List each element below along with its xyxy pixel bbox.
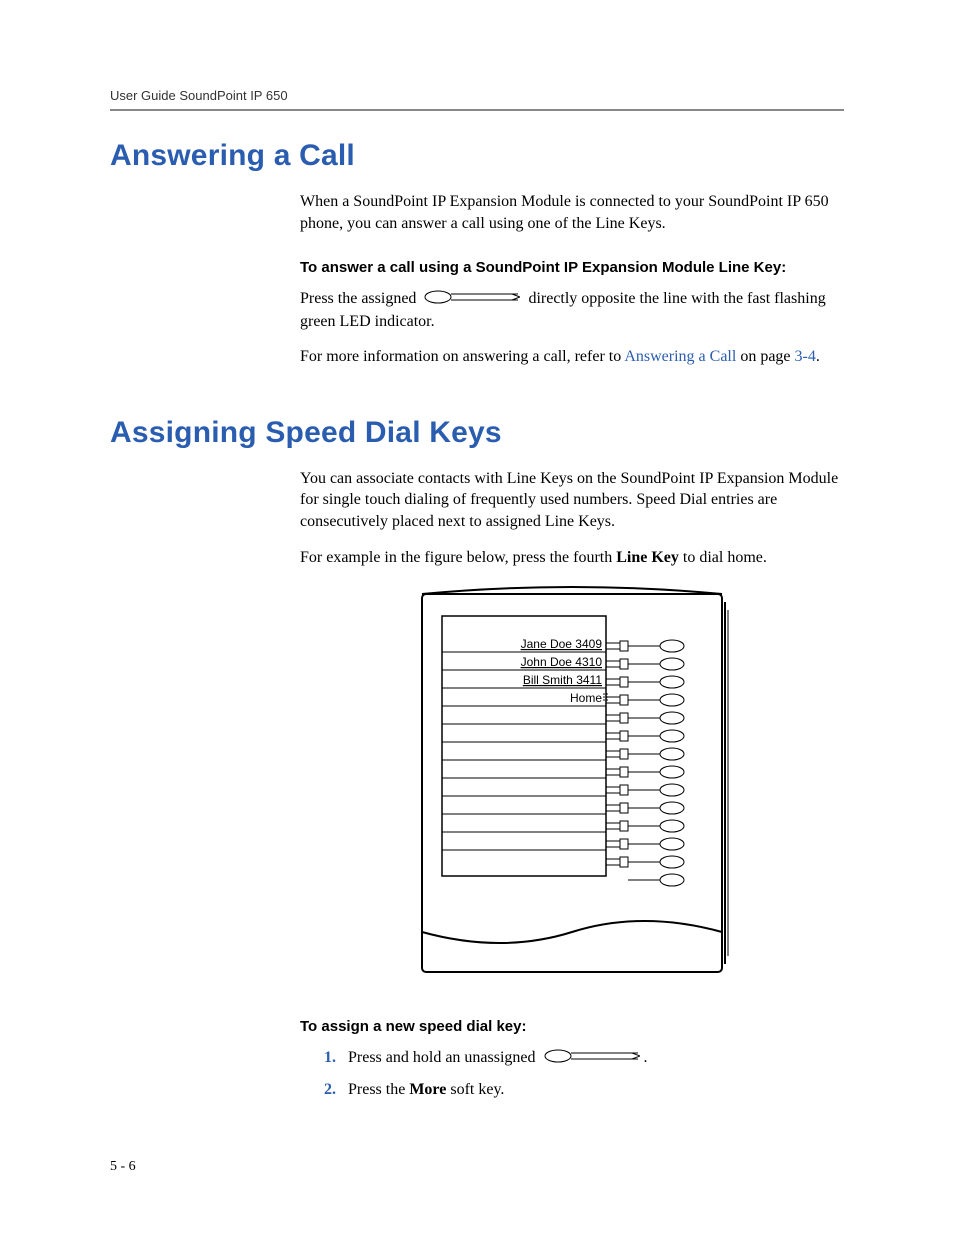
step-2-bold-more: More <box>409 1081 446 1098</box>
lcd-entry-1: Jane Doe 3409 <box>521 637 603 651</box>
heading-answering-a-call: Answering a Call <box>110 139 844 173</box>
line-key-icon <box>424 289 520 311</box>
running-head: User Guide SoundPoint IP 650 <box>110 88 844 103</box>
heading-assigning-speed-dial-keys: Assigning Speed Dial Keys <box>110 416 844 450</box>
step-2-pre: Press the <box>348 1081 409 1098</box>
step-2-post: soft key. <box>446 1081 504 1098</box>
subhead-assign-speed-dial: To assign a new speed dial key: <box>300 1017 844 1037</box>
step-press-assigned: Press the assigned directly opposite the… <box>300 288 844 332</box>
link-answering-a-call[interactable]: Answering a Call <box>624 348 736 365</box>
subhead-answer-call: To answer a call using a SoundPoint IP E… <box>300 258 844 278</box>
expansion-module-figure: Jane Doe 3409 John Doe 4310 Bill Smith 3… <box>300 582 844 989</box>
step-2-number: 2. <box>324 1079 344 1101</box>
ordered-steps: 1. Press and hold an unassigned . 2. Pre… <box>300 1047 844 1101</box>
more-info-paragraph: For more information on answering a call… <box>300 346 844 368</box>
speed-dial-p2: For example in the figure below, press t… <box>300 547 844 569</box>
lcd-entry-3: Bill Smith 3411 <box>523 673 602 687</box>
more-mid: on page <box>736 348 794 365</box>
line-key-icon <box>544 1048 640 1070</box>
intro-paragraph: When a SoundPoint IP Expansion Module is… <box>300 191 844 234</box>
more-pre: For more information on answering a call… <box>300 348 624 365</box>
step-1: 1. Press and hold an unassigned . <box>324 1047 844 1069</box>
step-1-text-post: . <box>644 1049 648 1066</box>
p2-pre: For example in the figure below, press t… <box>300 549 616 566</box>
lcd-entry-2: John Doe 4310 <box>521 655 603 669</box>
speed-dial-p1: You can associate contacts with Line Key… <box>300 468 844 533</box>
header-rule <box>110 109 844 111</box>
p2-bold-line-key: Line Key <box>616 549 679 566</box>
step-2: 2. Press the More soft key. <box>324 1079 844 1101</box>
step-1-number: 1. <box>324 1047 344 1069</box>
more-end: . <box>816 348 820 365</box>
link-page-3-4[interactable]: 3-4 <box>795 348 816 365</box>
step-text-pre: Press the assigned <box>300 290 420 307</box>
page-number: 5 - 6 <box>110 1159 136 1175</box>
step-1-text-pre: Press and hold an unassigned <box>348 1049 540 1066</box>
p2-post: to dial home. <box>679 549 767 566</box>
lcd-entry-4: Home <box>570 691 602 705</box>
